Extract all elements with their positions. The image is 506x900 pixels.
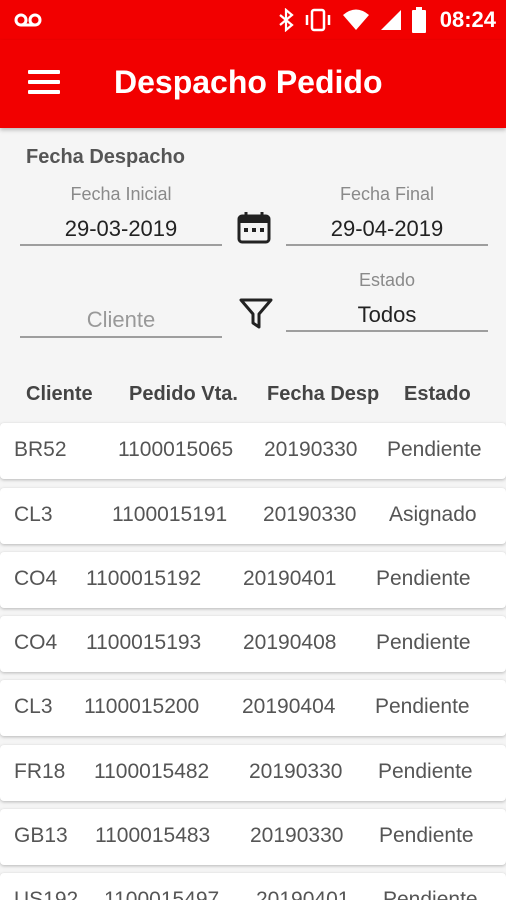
fecha-inicial-label: Fecha Inicial: [70, 184, 172, 204]
table-row[interactable]: BR52 1100015065 20190330 Pendiente: [0, 423, 506, 479]
cell-fecha: 20190401: [243, 567, 337, 590]
cell-fecha: 20190404: [242, 695, 336, 718]
cell-pedido: 1100015483: [95, 824, 211, 847]
bluetooth-icon: [279, 8, 294, 32]
table-row[interactable]: GB13 1100015483 20190330 Pendiente: [0, 809, 506, 865]
cell-estado: Pendiente: [378, 760, 473, 783]
cell-pedido: 1100015193: [86, 631, 202, 654]
cell-fecha: 20190330: [263, 503, 357, 526]
fecha-final-field[interactable]: Fecha Final 29-04-2019: [286, 184, 488, 246]
cell-fecha: 20190330: [250, 824, 344, 847]
estado-field[interactable]: Estado Todos: [286, 270, 488, 332]
cliente-input[interactable]: [20, 304, 222, 338]
cell-pedido: 1100015192: [86, 567, 202, 590]
section-title-fecha-despacho: Fecha Despacho: [26, 146, 185, 168]
table-header: Cliente Pedido Vta. Fecha Desp Estado: [0, 383, 506, 409]
table-row[interactable]: CO4 1100015192 20190401 Pendiente: [0, 552, 506, 608]
page-title: Despacho Pedido: [114, 64, 383, 100]
cell-fecha: 20190330: [264, 438, 358, 461]
fecha-final-label: Fecha Final: [339, 184, 435, 204]
cell-fecha: 20190401: [256, 888, 350, 900]
estado-select[interactable]: Todos: [286, 298, 488, 332]
column-header-cliente: Cliente: [26, 383, 93, 405]
cliente-field[interactable]: [20, 276, 222, 338]
signal-icon: [380, 10, 401, 30]
vibrate-icon: [305, 8, 330, 32]
cell-pedido: 1100015191: [112, 503, 228, 526]
status-bar: 08:24: [0, 0, 506, 40]
column-header-estado: Estado: [404, 383, 471, 405]
status-clock: 08:24: [439, 7, 496, 32]
app-bar: Despacho Pedido: [0, 40, 506, 128]
column-header-fecha-desp: Fecha Desp: [267, 383, 380, 405]
cell-cliente: CL3: [14, 503, 53, 526]
cell-estado: Asignado: [389, 503, 477, 526]
cell-cliente: US192: [14, 888, 79, 900]
table-row[interactable]: CO4 1100015193 20190408 Pendiente: [0, 616, 506, 672]
cell-cliente: CO4: [14, 631, 58, 654]
status-icons: 08:24: [278, 6, 496, 34]
cell-estado: Pendiente: [376, 631, 471, 654]
cell-estado: Pendiente: [375, 695, 470, 718]
wifi-icon: [342, 9, 369, 30]
cell-estado: Pendiente: [379, 824, 474, 847]
table-row[interactable]: US192 1100015497 20190401 Pendiente: [0, 873, 506, 900]
cell-estado: Pendiente: [376, 567, 471, 590]
table-row[interactable]: CL3 1100015191 20190330 Asignado: [0, 488, 506, 544]
estado-label: Estado: [358, 270, 416, 290]
voicemail-icon: [14, 13, 42, 27]
fecha-inicial-field[interactable]: Fecha Inicial 29-03-2019: [20, 184, 222, 246]
cell-pedido: 1100015065: [118, 438, 234, 461]
cell-pedido: 1100015482: [94, 760, 210, 783]
cell-cliente: GB13: [14, 824, 68, 847]
cell-cliente: CO4: [14, 567, 58, 590]
cell-pedido: 1100015497: [104, 888, 220, 900]
battery-icon: [411, 7, 426, 33]
cell-pedido: 1100015200: [84, 695, 200, 718]
cell-cliente: CL3: [14, 695, 53, 718]
table-row[interactable]: CL3 1100015200 20190404 Pendiente: [0, 680, 506, 736]
cell-cliente: FR18: [14, 760, 66, 783]
hamburger-menu-icon[interactable]: [24, 66, 64, 100]
cell-estado: Pendiente: [387, 438, 482, 461]
column-header-pedido-vta: Pedido Vta.: [129, 383, 238, 405]
fecha-inicial-value[interactable]: 29-03-2019: [20, 212, 222, 246]
calendar-icon[interactable]: [236, 210, 272, 246]
fecha-final-value[interactable]: 29-04-2019: [286, 212, 488, 246]
cell-fecha: 20190408: [243, 631, 337, 654]
table-row[interactable]: FR18 1100015482 20190330 Pendiente: [0, 745, 506, 801]
cell-fecha: 20190330: [249, 760, 343, 783]
cell-cliente: BR52: [14, 438, 67, 461]
cell-estado: Pendiente: [383, 888, 478, 900]
filter-icon[interactable]: [238, 296, 274, 332]
